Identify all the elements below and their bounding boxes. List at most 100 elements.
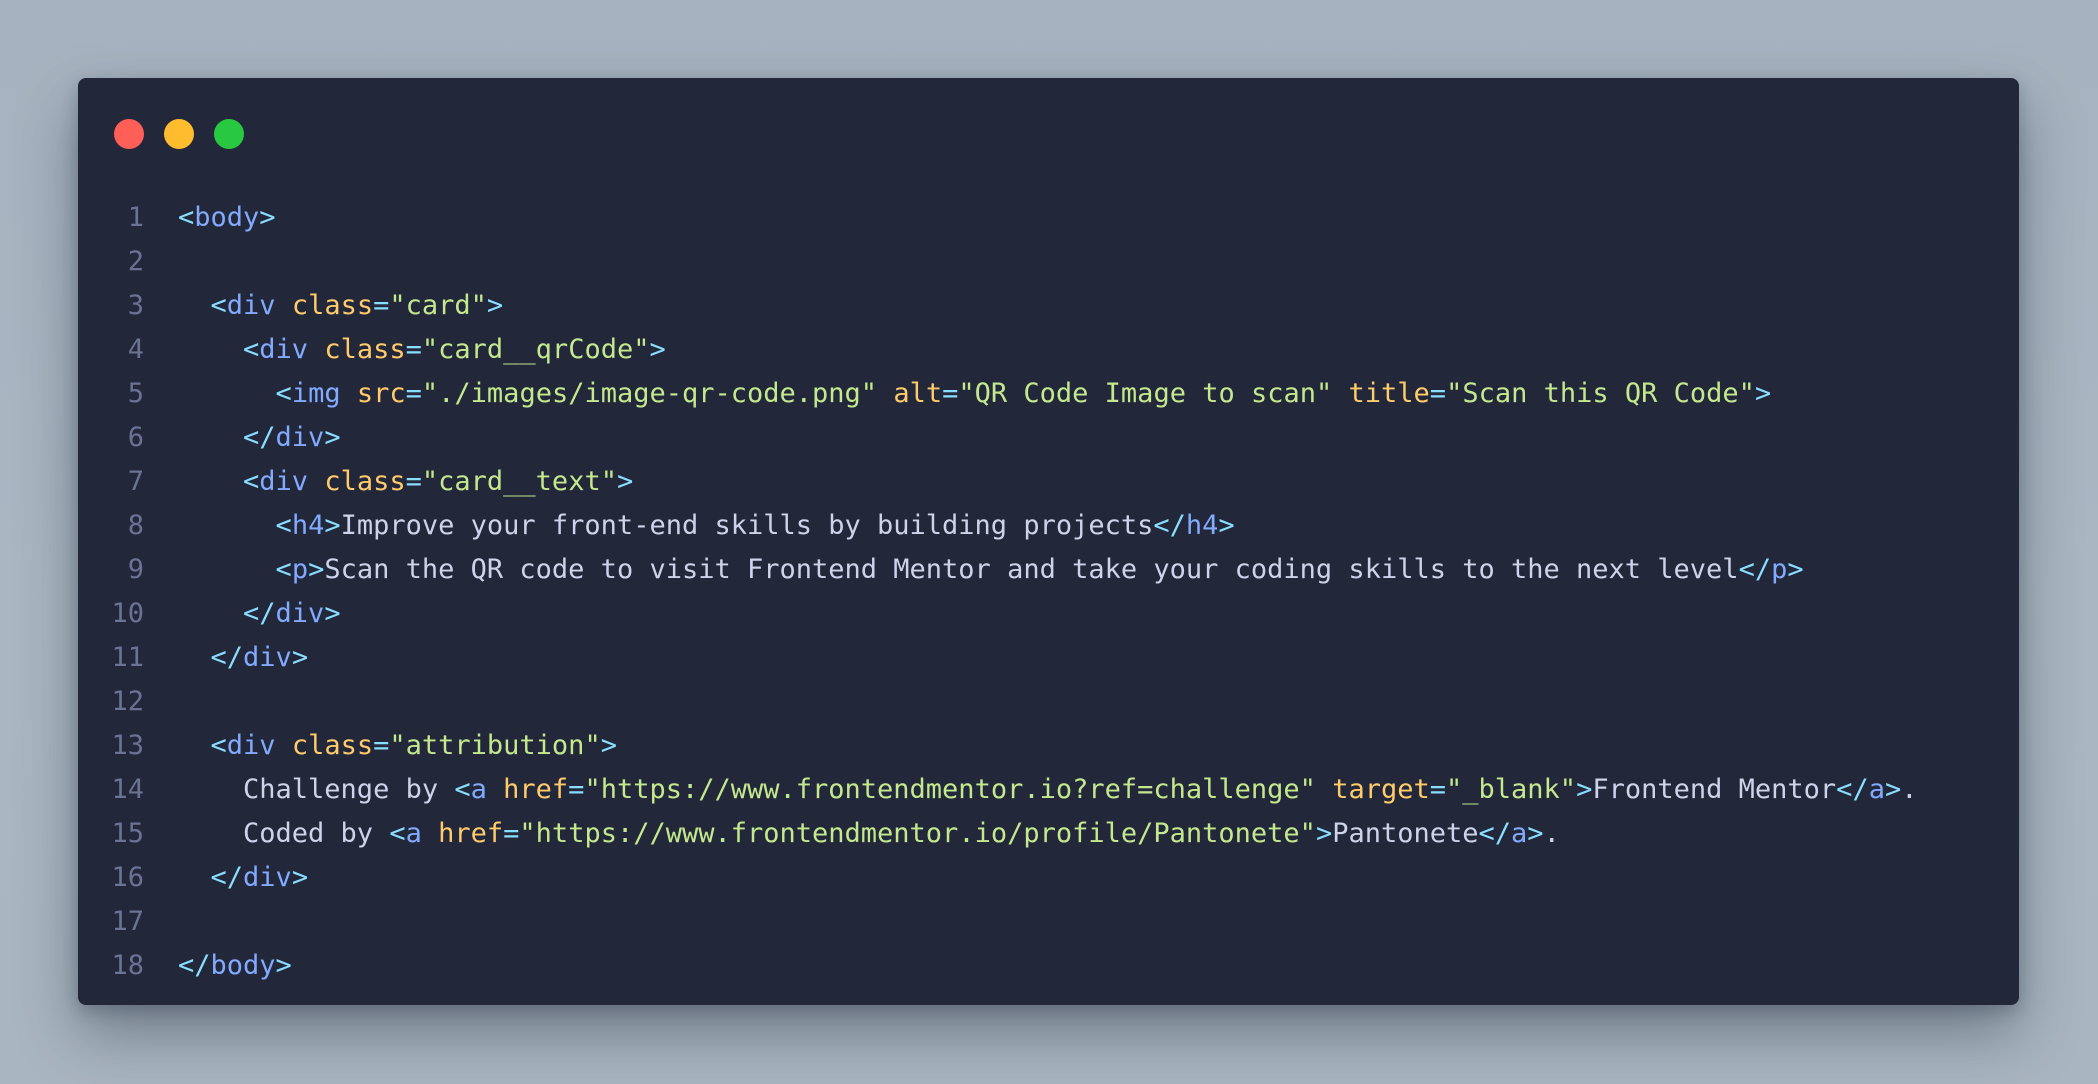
code-line: 17 bbox=[78, 900, 2019, 944]
code-token: "https://www.frontendmentor.io/profile/P… bbox=[519, 818, 1316, 849]
line-number: 3 bbox=[127, 290, 144, 321]
code-token: < bbox=[178, 202, 195, 233]
line-number: 1 bbox=[127, 202, 144, 233]
code-block: 1 <body> 2 3 <div class="card"> 4 <div class… bbox=[78, 196, 2019, 988]
code-line: 1 <body> bbox=[78, 196, 2019, 240]
zoom-window-dot[interactable] bbox=[214, 119, 244, 149]
code-token: div bbox=[226, 290, 276, 321]
code-token: "_blank" bbox=[1446, 774, 1577, 805]
code-token: Scan the QR code to visit Frontend Mento… bbox=[324, 554, 1739, 585]
code-token: "Scan this QR Code" bbox=[1446, 378, 1755, 409]
code-token: Coded by bbox=[178, 818, 390, 849]
code-line-content: <div class="attribution"> bbox=[178, 724, 617, 768]
code-token: </ bbox=[210, 642, 244, 673]
code-line-content: </div> bbox=[178, 856, 309, 900]
code-token: alt bbox=[893, 378, 943, 409]
code-token: = bbox=[405, 334, 422, 365]
code-token: > bbox=[324, 510, 341, 541]
code-line: 18 </body> bbox=[78, 944, 2019, 988]
line-number: 12 bbox=[111, 686, 144, 717]
code-token: "QR Code Image to scan" bbox=[958, 378, 1333, 409]
code-line: 15 Coded by <a href="https://www.fronten… bbox=[78, 812, 2019, 856]
code-token: < bbox=[275, 510, 292, 541]
code-token: body bbox=[210, 950, 276, 981]
code-token: Frontend Mentor bbox=[1592, 774, 1837, 805]
code-window: 1 <body> 2 3 <div class="card"> 4 <div class… bbox=[78, 78, 2019, 1005]
code-token: = bbox=[373, 730, 390, 761]
code-token: </ bbox=[243, 598, 276, 629]
code-token: "./images/image-qr-code.png" bbox=[421, 378, 878, 409]
code-line: 3 <div class="card"> bbox=[78, 284, 2019, 328]
code-token: div bbox=[243, 862, 292, 893]
line-number: 8 bbox=[127, 510, 144, 541]
line-number: 9 bbox=[127, 554, 144, 585]
code-token: "card__text" bbox=[421, 466, 617, 497]
code-line: 9 <p>Scan the QR code to visit Frontend … bbox=[78, 548, 2019, 592]
code-token: h4 bbox=[291, 510, 325, 541]
code-line-content: <div class="card"> bbox=[178, 284, 504, 328]
code-line-content: Coded by <a href="https://www.frontendme… bbox=[178, 812, 1560, 856]
code-token: > bbox=[1787, 554, 1804, 585]
code-token: . bbox=[1901, 774, 1918, 805]
code-token: a bbox=[405, 818, 422, 849]
code-token: = bbox=[405, 466, 422, 497]
code-token: > bbox=[308, 554, 325, 585]
code-line-content: <body> bbox=[178, 196, 276, 240]
line-number: 2 bbox=[127, 246, 144, 277]
line-number: 15 bbox=[111, 818, 144, 849]
code-token: Challenge by bbox=[178, 774, 455, 805]
code-token: > bbox=[1315, 818, 1333, 849]
code-token: < bbox=[275, 554, 292, 585]
code-token: = bbox=[405, 378, 422, 409]
code-token: > bbox=[600, 730, 617, 761]
code-token: div bbox=[259, 334, 309, 365]
code-token: </ bbox=[178, 950, 211, 981]
close-window-dot[interactable] bbox=[114, 119, 144, 149]
code-token: < bbox=[243, 334, 260, 365]
code-line-content: Challenge by <a href="https://www.fronte… bbox=[178, 768, 1917, 812]
line-number: 13 bbox=[111, 730, 144, 761]
code-token: "attribution" bbox=[389, 730, 601, 761]
code-token: . bbox=[1543, 818, 1560, 849]
code-token: < bbox=[454, 774, 471, 805]
code-line-content: <img src="./images/image-qr-code.png" al… bbox=[178, 372, 1772, 416]
code-token: > bbox=[486, 290, 504, 321]
code-token: = bbox=[1429, 378, 1447, 409]
code-token: title bbox=[1348, 378, 1430, 409]
code-token: href bbox=[438, 818, 504, 849]
code-token: a bbox=[470, 774, 487, 805]
code-token: = bbox=[503, 818, 520, 849]
code-line: 8 <h4>Improve your front-end skills by b… bbox=[78, 504, 2019, 548]
code-line: 14 Challenge by <a href="https://www.fro… bbox=[78, 768, 2019, 812]
code-token: div bbox=[275, 422, 325, 453]
code-line: 12 bbox=[78, 680, 2019, 724]
code-token: "https://www.frontendmentor.io?ref=chall… bbox=[584, 774, 1316, 805]
code-line-content: <div class="card__qrCode"> bbox=[178, 328, 666, 372]
code-token: a bbox=[1511, 818, 1528, 849]
code-token: p bbox=[1771, 554, 1788, 585]
code-token: p bbox=[291, 554, 309, 585]
code-token: </ bbox=[1478, 818, 1512, 849]
minimize-window-dot[interactable] bbox=[164, 119, 194, 149]
code-token: < bbox=[389, 818, 406, 849]
code-token: </ bbox=[1836, 774, 1869, 805]
code-token: class bbox=[291, 290, 374, 321]
code-token: < bbox=[275, 378, 292, 409]
code-token: > bbox=[616, 466, 634, 497]
code-token: > bbox=[275, 950, 292, 981]
code-token: src bbox=[356, 378, 406, 409]
code-line: 13 <div class="attribution"> bbox=[78, 724, 2019, 768]
line-number: 18 bbox=[111, 950, 144, 981]
code-line: 7 <div class="card__text"> bbox=[78, 460, 2019, 504]
